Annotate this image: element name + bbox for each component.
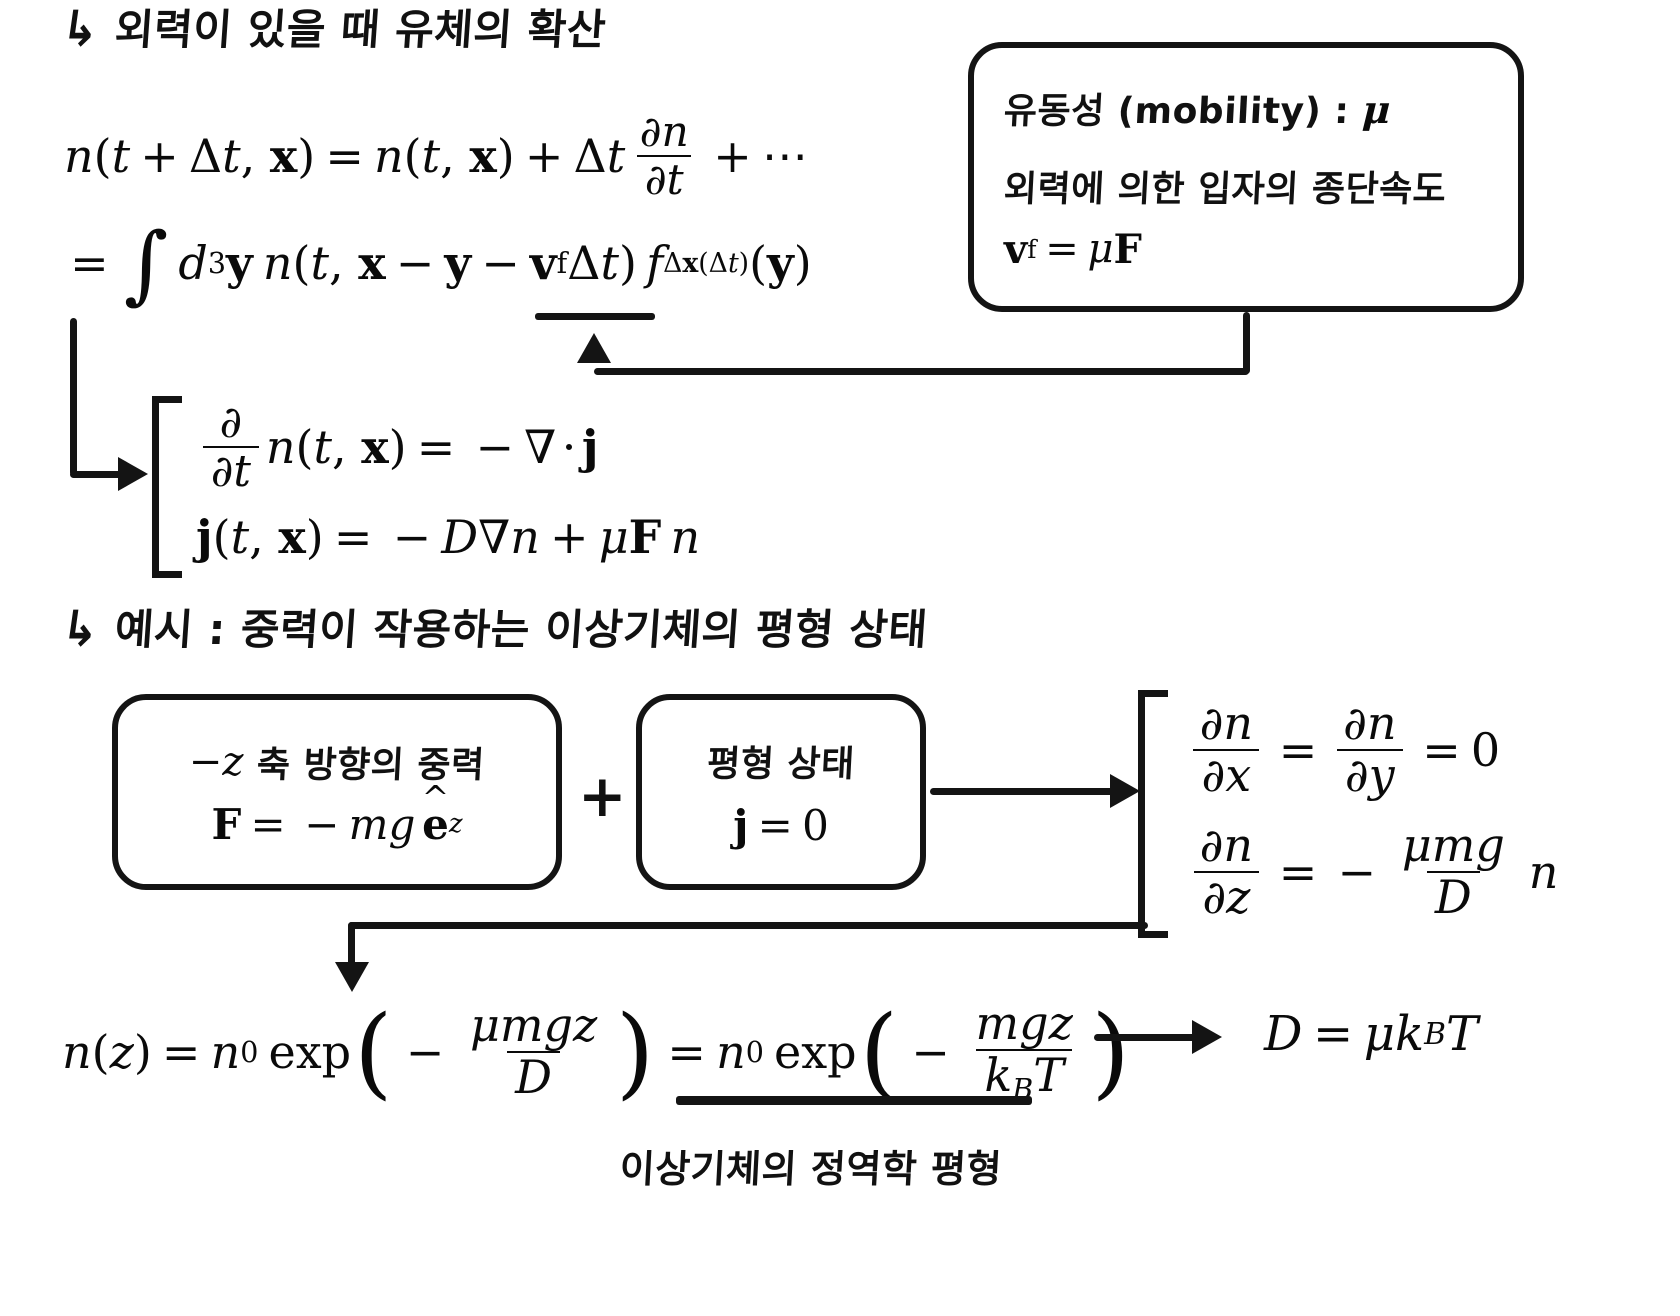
equation-zero-current: j = 0 (733, 800, 829, 850)
gravity-box-text: 축 방향의 중력 (256, 744, 487, 786)
section1-heading-row: ↳ 외력이 있을 때 유체의 확산 (58, 0, 608, 58)
equation-barometric-distribution: n(z) = n0 exp ( − μmgz D ) = n0 exp ( − … (62, 994, 1130, 1110)
equation-einstein-relation: D = μkBT (1264, 1006, 1478, 1062)
equation-vertical-gradient: ∂n ∂z = − μmg D n (1184, 821, 1558, 922)
arrow-to-einstein-head-icon (1192, 1020, 1222, 1054)
equilibrium-box-text: 평형 상태 (705, 743, 856, 785)
arrow-to-einstein-segment (1094, 1034, 1204, 1041)
equation-current-density: j(t, x) = − D ∇ n + μ F n (196, 510, 701, 564)
section1-heading-text: 외력이 있을 때 유체의 확산 (113, 5, 608, 54)
plus-operator-between-conditions: + (578, 762, 627, 830)
underline-boltzmann-factor (676, 1096, 1032, 1105)
arrow-mobility-head-icon (577, 333, 611, 363)
arrow-continuity-head-icon (118, 457, 148, 491)
caption-hydrostatic-equilibrium: 이상기체의 정역학 평형 (618, 1147, 1004, 1191)
equation-gravity-force: F = − mg ^ e z (211, 779, 463, 849)
underline-vf-term (535, 313, 655, 320)
arrow-mobility-horizontal-segment (594, 368, 1249, 375)
brace-pde-group (152, 396, 182, 578)
equation-transverse-gradients-zero: ∂n ∂x = ∂n ∂y = 0 (1184, 699, 1500, 800)
arrow-to-solution-horizontal-segment (348, 922, 1148, 929)
brace-results-group (1138, 690, 1168, 938)
section2-heading-text: 예시 : 중력이 작용하는 이상기체의 평형 상태 (113, 605, 930, 654)
gravity-condition-box: −z 축 방향의 중력 F = − mg ^ e z (112, 694, 562, 890)
section2-bullet-arrow-icon: ↳ (58, 600, 103, 658)
mobility-box-label: 유동성 (mobility) : (1002, 90, 1351, 132)
mobility-definition-box: 유동성 (mobility) : μ 외력에 의한 입자의 종단속도 vf = … (968, 42, 1524, 312)
equation-terminal-velocity: vf = μF (1004, 225, 1142, 273)
equation-taylor-expansion: n(t + Δt, x) = n(t, x) + Δt ∂n ∂t + ⋯ (64, 107, 808, 204)
handwritten-lecture-note-page: ↳ 외력이 있을 때 유체의 확산 n(t + Δt, x) = n(t, x) … (0, 0, 1680, 1316)
equilibrium-condition-box: 평형 상태 j = 0 (636, 694, 926, 890)
arrow-mobility-vertical-segment (1243, 312, 1250, 374)
equation-convolution-integral: = ∫ d3y n(t, x − y − v f Δt) f Δx(Δt)(y) (70, 214, 812, 314)
mobility-box-line1: 유동성 (mobility) : μ (1003, 82, 1490, 134)
gravity-axis-label: −z (188, 738, 244, 785)
arrow-to-results-head-icon (1110, 774, 1140, 808)
section2-heading-row: ↳ 예시 : 중력이 작용하는 이상기체의 평형 상태 (58, 600, 930, 658)
section1-bullet-arrow-icon: ↳ (58, 0, 103, 58)
mobility-box-line2: 외력에 의한 입자의 종단속도 (1002, 168, 1448, 210)
equation-continuity: ∂ ∂t n(t, x) = − ∇ · j (196, 400, 599, 495)
arrow-to-solution-head-icon (335, 962, 369, 992)
gravity-box-line1: −z 축 방향의 중력 (140, 736, 534, 788)
arrow-continuity-vertical-segment (70, 318, 77, 476)
mobility-symbol-mu: μ (1361, 86, 1392, 132)
arrow-to-results-segment (930, 788, 1120, 795)
